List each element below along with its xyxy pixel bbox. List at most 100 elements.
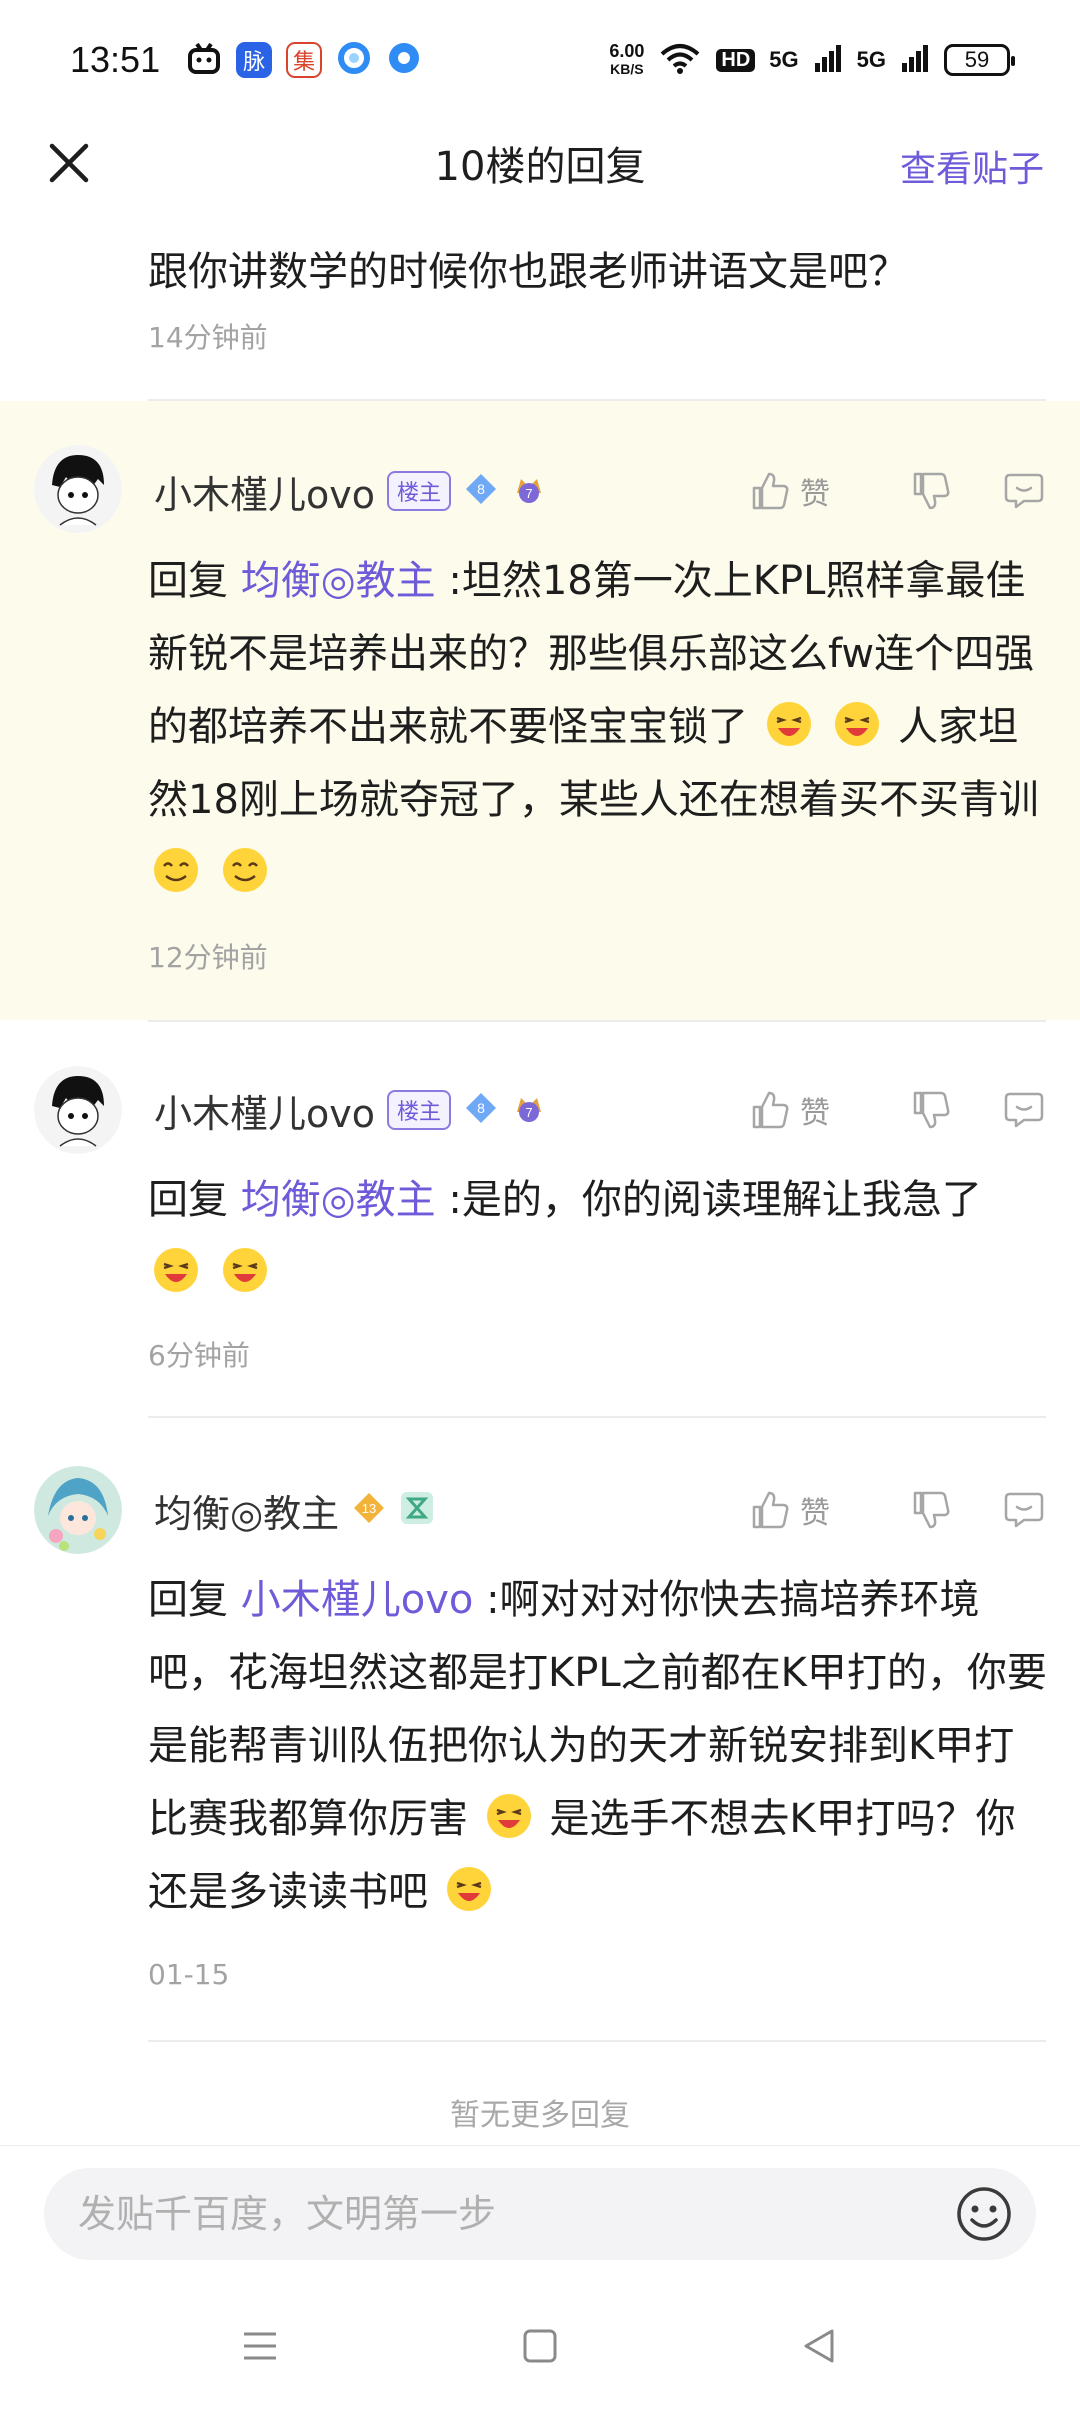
comment-icon — [1004, 473, 1044, 509]
view-post-link[interactable]: 查看贴子 — [900, 140, 1044, 192]
level-badge: 8 — [463, 471, 499, 511]
status-indicators: 6.00 KB/S HD 5G 5G 59 — [609, 40, 1015, 81]
reply-actions: 赞 — [748, 1480, 1046, 1540]
laughing-emoji-icon — [446, 1867, 491, 1911]
laughing-emoji-icon — [486, 1794, 531, 1838]
user-info: 小木槿儿ovo 楼主 8 7 — [154, 1080, 547, 1140]
username[interactable]: 均衡◎教主 — [154, 1483, 339, 1538]
like-button[interactable]: 赞 — [748, 1488, 878, 1532]
smile-emoji-icon — [222, 848, 267, 892]
owner-badge: 楼主 — [387, 471, 452, 511]
emoji-button[interactable] — [954, 2184, 1014, 2244]
rank-number: 7 — [525, 1105, 532, 1120]
reply-item: 均衡◎教主 13 赞 回复 小木槿儿ovo :啊对对对你快去搞培养环境吧，花海坦… — [0, 1418, 1080, 2044]
like-label: 赞 — [800, 1096, 830, 1131]
laughing-emoji-icon — [222, 1248, 267, 1292]
dislike-button[interactable] — [878, 1088, 984, 1132]
back-icon — [804, 2329, 834, 2363]
comment-button[interactable] — [984, 1488, 1046, 1532]
level-badge: 8 — [463, 1090, 499, 1130]
reply-content: 回复 均衡◎教主 :坦然18第一次上KPL照样拿最佳新锐不是培养出来的？那些俱乐… — [148, 545, 1048, 910]
signal-5g-2: 5G — [856, 47, 886, 72]
divider — [148, 2040, 1046, 2042]
no-more-replies: 暂无更多回复 — [450, 2098, 630, 2133]
reply-time: 01-15 — [148, 1958, 230, 1991]
status-bar: 13:51 脉 集 6.00 KB/S HD 5G 5G 59 — [0, 0, 1080, 120]
comment-icon — [1004, 1092, 1044, 1128]
like-button[interactable]: 赞 — [748, 1088, 878, 1132]
menu-icon — [244, 2332, 276, 2360]
menu-button[interactable] — [230, 2316, 290, 2376]
hd-icon: HD — [716, 48, 756, 72]
thumb-up-icon — [752, 1091, 789, 1129]
close-icon — [49, 143, 89, 183]
like-button[interactable]: 赞 — [748, 469, 878, 513]
home-icon — [523, 2329, 557, 2363]
rank-number: 7 — [525, 486, 532, 501]
bilibili-icon — [186, 40, 222, 80]
mention-link[interactable]: 小木槿儿ovo — [241, 1577, 474, 1623]
owner-badge: 楼主 — [387, 1090, 452, 1130]
reply-item: 跟你讲数学的时候你也跟老师讲语文是吧？ 14分钟前 — [0, 206, 1080, 401]
circle-app-icon — [386, 40, 422, 80]
level-badge: 13 — [351, 1490, 387, 1530]
reply-prefix: 回复 — [148, 1577, 228, 1623]
avatar[interactable] — [34, 1466, 122, 1554]
dislike-button[interactable] — [878, 469, 984, 513]
mention-link[interactable]: 均衡◎教主 — [241, 1177, 436, 1223]
thumb-down-icon — [913, 1491, 950, 1529]
network-speed-unit: KB/S — [610, 61, 644, 77]
comment-button[interactable] — [984, 1088, 1046, 1132]
dislike-button[interactable] — [878, 1488, 984, 1532]
comment-button[interactable] — [984, 469, 1046, 513]
reply-prefix: 回复 — [148, 558, 228, 604]
rank-badge: 7 — [511, 471, 547, 511]
maimai-app-icon: 脉 — [236, 42, 273, 78]
system-nav-bar — [0, 2280, 1080, 2412]
mention-link[interactable]: 均衡◎教主 — [241, 558, 436, 604]
reply-prefix: 回复 — [148, 1177, 228, 1223]
battery-icon: 59 — [944, 44, 1015, 76]
header: 10楼的回复 查看贴子 — [0, 120, 1080, 206]
reply-content: 回复 小木槿儿ovo :啊对对对你快去搞培养环境吧，花海坦然这都是打KPL之前都… — [148, 1564, 1048, 1929]
status-time: 13:51 — [70, 39, 161, 80]
laughing-emoji-icon — [154, 1248, 198, 1292]
signal-bars-icon — [813, 43, 843, 78]
emoji-icon — [957, 2187, 1011, 2241]
thumb-up-icon — [752, 472, 789, 510]
user-info: 均衡◎教主 13 — [154, 1480, 435, 1540]
reply-item-highlighted: 小木槿儿ovo 楼主 8 7 赞 回复 均衡◎教主 :坦然18第一次上KPL照样… — [0, 401, 1080, 1020]
thumb-up-icon — [752, 1491, 789, 1529]
comment-icon — [1004, 1492, 1044, 1528]
avatar[interactable] — [34, 445, 122, 533]
username[interactable]: 小木槿儿ovo — [154, 464, 375, 519]
browser-icon — [336, 40, 372, 80]
jiyu-app-icon: 集 — [286, 42, 323, 78]
composer[interactable] — [44, 2168, 1036, 2260]
thumb-down-icon — [913, 472, 950, 510]
reply-content: 跟你讲数学的时候你也跟老师讲语文是吧？ — [148, 236, 1048, 309]
reply-text: 跟你讲数学的时候你也跟老师讲语文是吧？ — [148, 249, 908, 295]
reply-time: 14分钟前 — [148, 321, 268, 354]
avatar[interactable] — [34, 1066, 122, 1154]
like-label: 赞 — [800, 1496, 830, 1531]
back-button[interactable] — [790, 2316, 850, 2376]
username[interactable]: 小木槿儿ovo — [154, 1083, 375, 1138]
close-button[interactable] — [44, 138, 94, 188]
network-speed: 6.00 KB/S — [609, 42, 644, 78]
reply-text: :是的，你的阅读理解让我急了 — [448, 1177, 982, 1223]
wifi-icon — [658, 40, 702, 81]
reply-time: 12分钟前 — [148, 941, 268, 974]
laughing-emoji-icon — [835, 702, 880, 746]
reply-input[interactable] — [76, 2191, 916, 2237]
reply-item: 小木槿儿ovo 楼主 8 7 赞 回复 均衡◎教主 :是的，你的阅读理解让我急了… — [0, 1022, 1080, 1418]
composer-bar — [0, 2145, 1080, 2275]
network-speed-value: 6.00 — [609, 41, 645, 61]
home-button[interactable] — [510, 2316, 570, 2376]
hourglass-badge-icon — [399, 1490, 435, 1530]
reply-time: 6分钟前 — [148, 1339, 250, 1372]
level-number: 8 — [477, 481, 485, 497]
reply-content: 回复 均衡◎教主 :是的，你的阅读理解让我急了 — [148, 1164, 1048, 1310]
level-number: 8 — [477, 1100, 485, 1116]
page-title: 10楼的回复 — [434, 144, 646, 190]
